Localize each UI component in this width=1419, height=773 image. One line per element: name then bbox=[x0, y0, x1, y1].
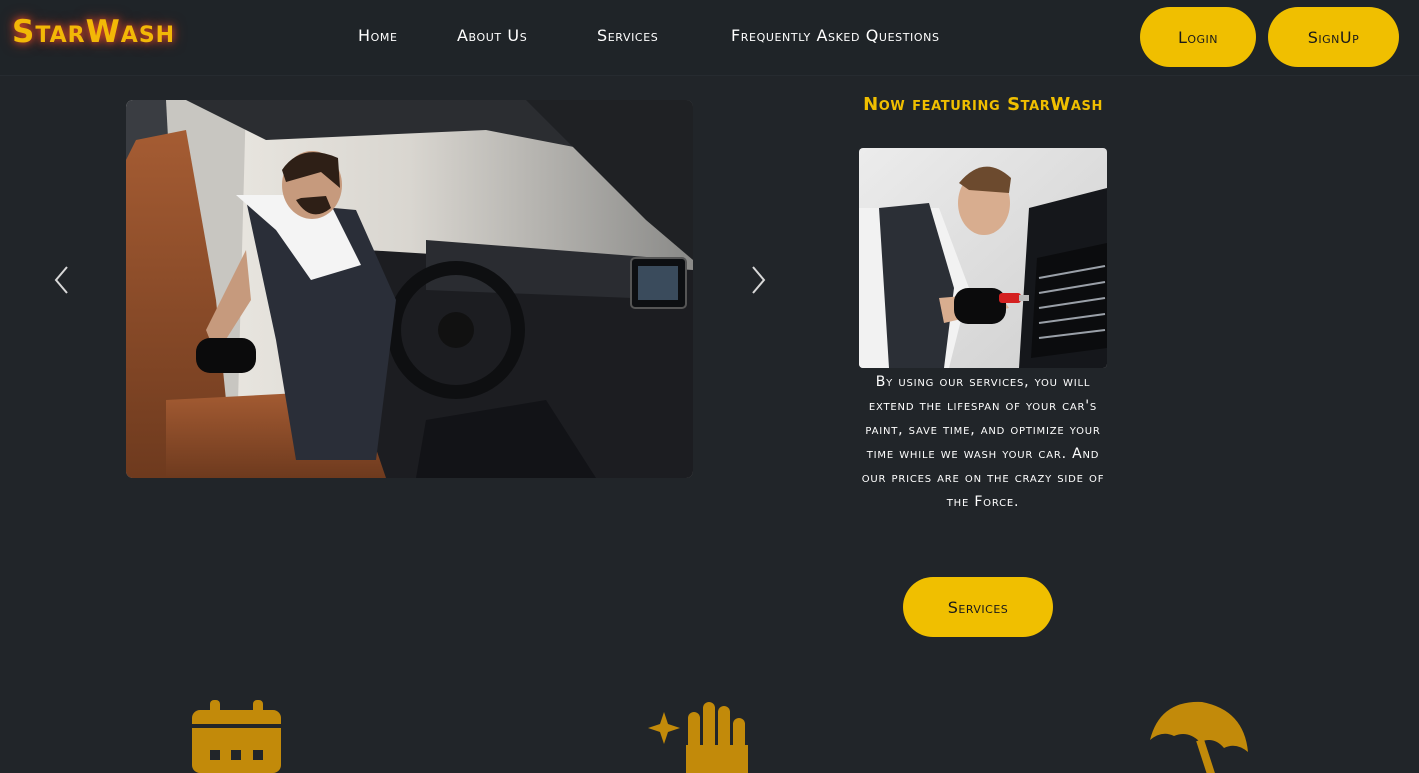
chevron-left-icon bbox=[54, 266, 68, 294]
signup-button[interactable]: SignUp bbox=[1268, 7, 1399, 67]
nav-link-about-us[interactable]: About Us bbox=[457, 26, 527, 45]
login-button[interactable]: Login bbox=[1140, 7, 1256, 67]
services-button[interactable]: Services bbox=[903, 577, 1053, 637]
carousel-slide-image bbox=[126, 100, 693, 478]
nav-link-services[interactable]: Services bbox=[597, 26, 658, 45]
navbar: StarWash Home About Us Services Frequent… bbox=[0, 0, 1419, 76]
sparkle-hand-icon bbox=[646, 700, 756, 773]
nav-link-home[interactable]: Home bbox=[358, 26, 398, 45]
feature-description: By using our services, you will extend t… bbox=[861, 374, 1105, 510]
nav-link-faq[interactable]: Frequently Asked Questions bbox=[731, 26, 940, 45]
carousel-prev-button[interactable] bbox=[42, 260, 82, 300]
chevron-right-icon bbox=[752, 266, 766, 294]
brand-logo[interactable]: StarWash bbox=[12, 14, 175, 50]
carousel-next-button[interactable] bbox=[738, 260, 778, 300]
umbrella-icon bbox=[1140, 700, 1252, 773]
calendar-icon bbox=[192, 700, 282, 773]
feature-heading: Now featuring StarWash bbox=[863, 94, 1103, 115]
feature-image bbox=[859, 148, 1107, 368]
image-carousel bbox=[40, 100, 780, 478]
